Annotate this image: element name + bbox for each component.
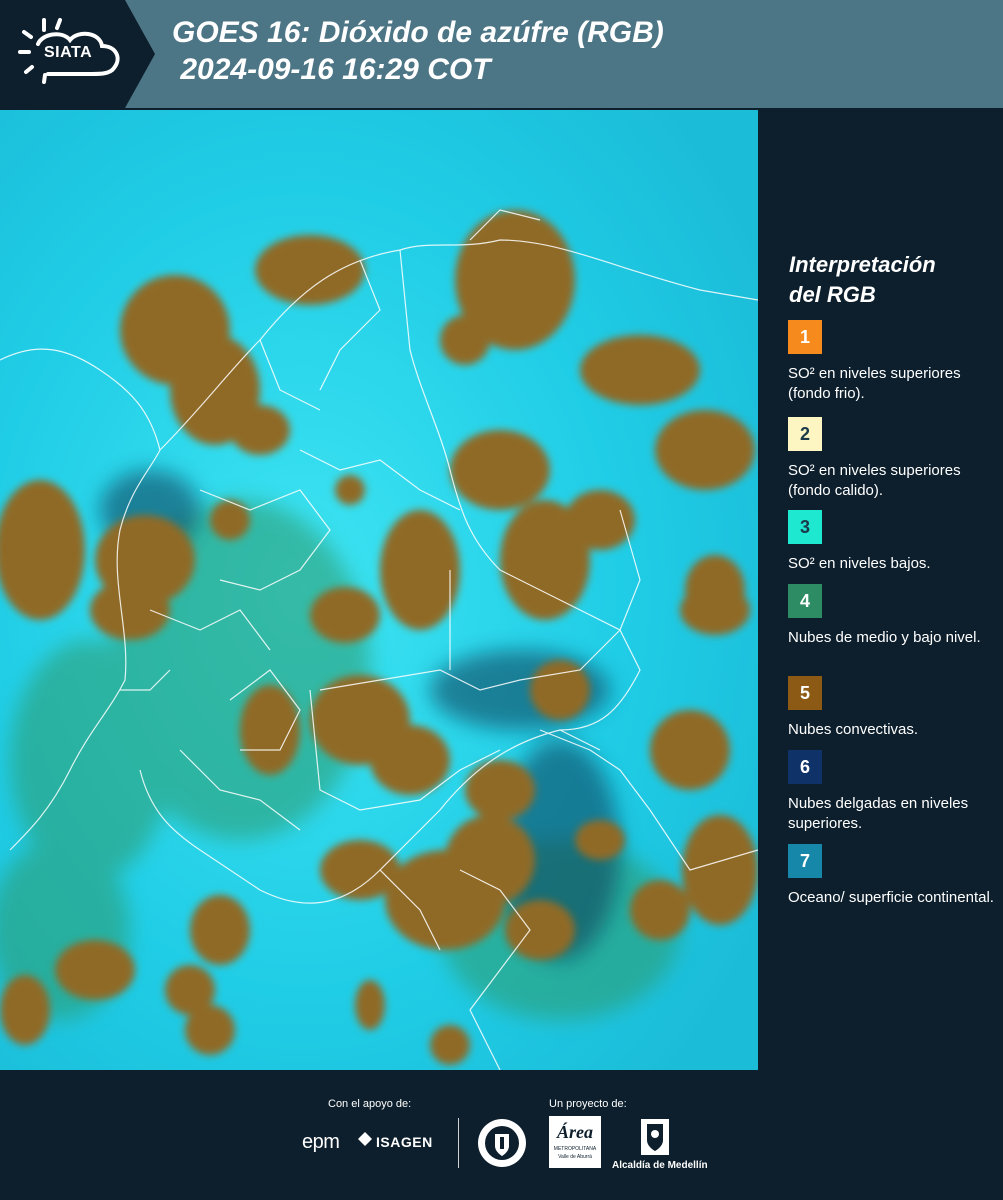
isagen-logo: ISAGEN [376, 1134, 433, 1150]
support-label: Con el apoyo de: [328, 1098, 412, 1110]
satellite-image [0, 110, 758, 1070]
legend-title-line-1: Interpretación [789, 252, 936, 277]
area-logo-text: Área [557, 1122, 593, 1142]
siata-logo: SIATA [0, 0, 155, 108]
project-label: Un proyecto de: [549, 1098, 627, 1110]
epm-logo: epm [302, 1131, 340, 1153]
legend-swatch: 1 [788, 320, 822, 354]
area-logo-sub2: Valle de Aburrá [558, 1154, 592, 1160]
alcaldia-logo-text: Alcaldía de Medellín [612, 1160, 708, 1171]
logo-text: SIATA [44, 44, 93, 61]
legend-text: Nubes delgadas en niveles superiores. [788, 795, 969, 832]
footer: Con el apoyo de: Un proyecto de: epm ISA… [0, 1070, 1003, 1200]
legend-swatch: 3 [788, 510, 822, 544]
legend-panel: Interpretación del RGB 1 SO² en niveles s… [760, 110, 1003, 1070]
legend-item-5: 5 Nubes convectivas. [788, 676, 998, 740]
header-bar: SIATA GOES 16: Dióxido de azúfre (RGB) 2… [0, 0, 1003, 108]
title-line-1: GOES 16: Dióxido de azúfre (RGB) [172, 16, 664, 49]
legend-item-4: 4 Nubes de medio y bajo nivel. [788, 584, 998, 648]
legend-item-3: 3 SO² en niveles bajos. [788, 510, 998, 574]
legend-swatch: 2 [788, 417, 822, 451]
legend-item-6: 6 Nubes delgadas en niveles superiores. [788, 750, 998, 834]
legend-item-7: 7 Oceano/ superficie continental. [788, 844, 998, 908]
legend-text: SO² en niveles bajos. [788, 555, 931, 572]
legend-item-2: 2 SO² en niveles superiores (fondo calido… [788, 417, 998, 501]
legend-title: Interpretación del RGB [789, 250, 936, 310]
legend-text: Nubes de medio y bajo nivel. [788, 629, 981, 646]
legend-swatch: 4 [788, 584, 822, 618]
legend-swatch: 7 [788, 844, 822, 878]
footer-divider [458, 1118, 459, 1168]
area-logo-sub1: METROPOLITANA [553, 1146, 597, 1152]
legend-swatch: 6 [788, 750, 822, 784]
isagen-icon [358, 1132, 372, 1146]
area-metropolitana-logo: Área METROPOLITANA Valle de Aburrá [549, 1116, 601, 1168]
medellin-seal-logo [477, 1118, 527, 1168]
legend-text: SO² en niveles superiores (fondo calido)… [788, 462, 961, 499]
legend-text: SO² en niveles superiores (fondo frio). [788, 365, 961, 402]
legend-title-line-2: del RGB [789, 282, 876, 307]
legend-item-1: 1 SO² en niveles superiores (fondo frio). [788, 320, 998, 404]
alcaldia-crest-logo [640, 1118, 670, 1156]
legend-swatch: 5 [788, 676, 822, 710]
legend-text: Nubes convectivas. [788, 721, 919, 738]
legend-text: Oceano/ superficie continental. [788, 889, 994, 906]
title-line-2: 2024-09-16 16:29 COT [172, 53, 491, 86]
page-title: GOES 16: Dióxido de azúfre (RGB) 2024-09… [172, 14, 664, 88]
